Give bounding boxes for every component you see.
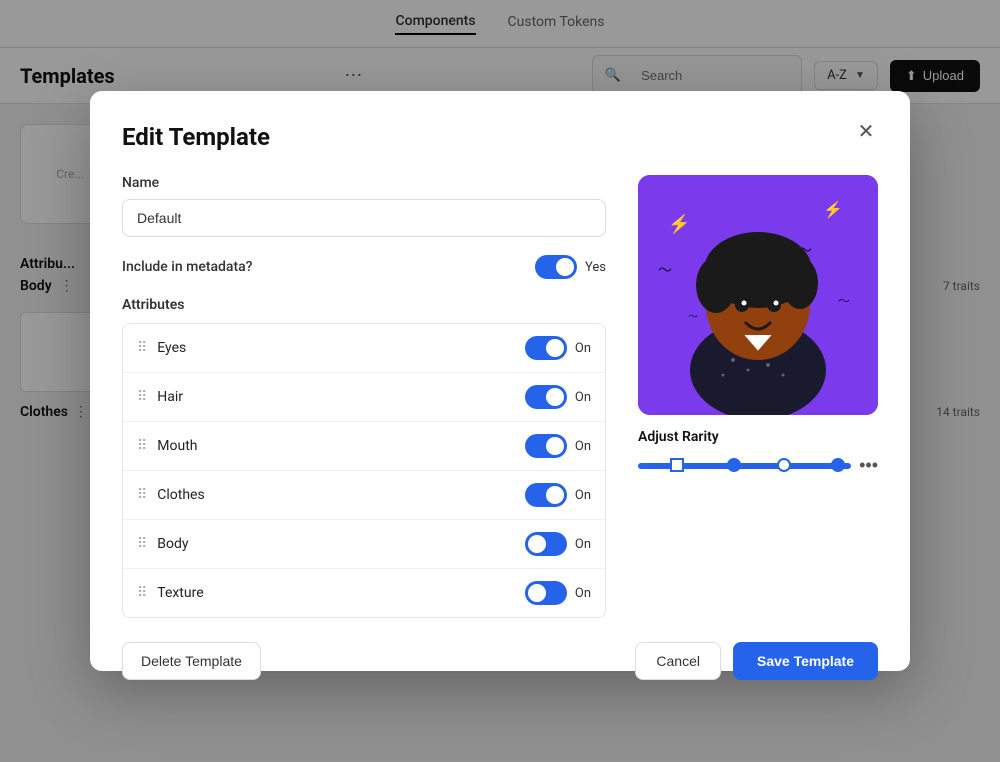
svg-text:〜: 〜: [658, 263, 672, 279]
drag-handle-mouth[interactable]: ⠿: [137, 438, 147, 454]
texture-toggle-group: On: [525, 581, 591, 605]
footer-actions: Cancel Save Template: [635, 642, 878, 680]
metadata-row: Include in metadata? Yes: [122, 255, 606, 279]
metadata-label: Include in metadata?: [122, 259, 252, 275]
clothes-toggle[interactable]: [525, 483, 567, 507]
attribute-name-hair: Hair: [157, 389, 515, 405]
modal-left-panel: Name Include in metadata? Yes Attributes…: [122, 175, 606, 618]
drag-handle-clothes[interactable]: ⠿: [137, 487, 147, 503]
rarity-slider-row: •••: [638, 455, 878, 476]
name-label: Name: [122, 175, 606, 191]
drag-handle-hair[interactable]: ⠿: [137, 389, 147, 405]
hair-toggle-group: On: [525, 385, 591, 409]
rarity-handle-1[interactable]: [670, 458, 684, 472]
attribute-row-hair: ⠿ Hair On: [123, 373, 605, 422]
eyes-toggle-group: On: [525, 336, 591, 360]
edit-template-modal: ✕ Edit Template Name Include in metadata…: [90, 91, 910, 671]
svg-text:⚡: ⚡: [823, 200, 843, 219]
metadata-toggle-label: Yes: [585, 260, 606, 275]
eyes-toggle[interactable]: [525, 336, 567, 360]
attribute-row-mouth: ⠿ Mouth On: [123, 422, 605, 471]
rarity-track: [638, 463, 851, 469]
mouth-toggle[interactable]: [525, 434, 567, 458]
drag-handle-texture[interactable]: ⠿: [137, 585, 147, 601]
clothes-toggle-label: On: [575, 488, 591, 503]
texture-toggle[interactable]: [525, 581, 567, 605]
drag-handle-body[interactable]: ⠿: [137, 536, 147, 552]
attribute-name-mouth: Mouth: [157, 438, 515, 454]
close-button[interactable]: ✕: [850, 115, 882, 147]
attribute-row-eyes: ⠿ Eyes On: [123, 324, 605, 373]
attribute-name-eyes: Eyes: [157, 340, 515, 356]
attribute-list: ⠿ Eyes On ⠿ Hair On: [122, 323, 606, 618]
rarity-handle-4[interactable]: [831, 458, 845, 472]
svg-text:⚡: ⚡: [668, 213, 690, 235]
attributes-section-label: Attributes: [122, 297, 606, 313]
body-toggle-label: On: [575, 537, 591, 552]
body-toggle-group: On: [525, 532, 591, 556]
modal-overlay: ✕ Edit Template Name Include in metadata…: [0, 0, 1000, 762]
eyes-toggle-label: On: [575, 341, 591, 356]
modal-right-panel: ⚡ ⚡ 〜 〜 〜 〜: [638, 175, 878, 618]
name-input[interactable]: [122, 199, 606, 237]
character-illustration: ⚡ ⚡ 〜 〜 〜 〜: [638, 175, 878, 415]
save-template-button[interactable]: Save Template: [733, 642, 878, 680]
attribute-name-clothes: Clothes: [157, 487, 515, 503]
drag-handle-eyes[interactable]: ⠿: [137, 340, 147, 356]
clothes-toggle-group: On: [525, 483, 591, 507]
cancel-button[interactable]: Cancel: [635, 642, 721, 680]
modal-title: Edit Template: [122, 123, 878, 151]
svg-text:〜: 〜: [838, 294, 850, 308]
body-toggle[interactable]: [525, 532, 567, 556]
attribute-row-body: ⠿ Body On: [123, 520, 605, 569]
rarity-more-button[interactable]: •••: [859, 455, 878, 476]
character-preview: ⚡ ⚡ 〜 〜 〜 〜: [638, 175, 878, 415]
delete-template-button[interactable]: Delete Template: [122, 642, 261, 680]
hair-toggle-label: On: [575, 390, 591, 405]
metadata-toggle[interactable]: [535, 255, 577, 279]
modal-footer: Delete Template Cancel Save Template: [122, 642, 878, 680]
rarity-handle-3[interactable]: [777, 458, 791, 472]
svg-text:〜: 〜: [688, 312, 698, 323]
attribute-name-body: Body: [157, 536, 515, 552]
attribute-name-texture: Texture: [157, 585, 515, 601]
hair-toggle[interactable]: [525, 385, 567, 409]
adjust-rarity-label: Adjust Rarity: [638, 429, 878, 445]
attribute-row-clothes: ⠿ Clothes On: [123, 471, 605, 520]
attribute-row-texture: ⠿ Texture On: [123, 569, 605, 617]
rarity-handle-2[interactable]: [727, 458, 741, 472]
mouth-toggle-label: On: [575, 439, 591, 454]
texture-toggle-label: On: [575, 586, 591, 601]
mouth-toggle-group: On: [525, 434, 591, 458]
metadata-toggle-group: Yes: [535, 255, 606, 279]
modal-body: Name Include in metadata? Yes Attributes…: [122, 175, 878, 618]
